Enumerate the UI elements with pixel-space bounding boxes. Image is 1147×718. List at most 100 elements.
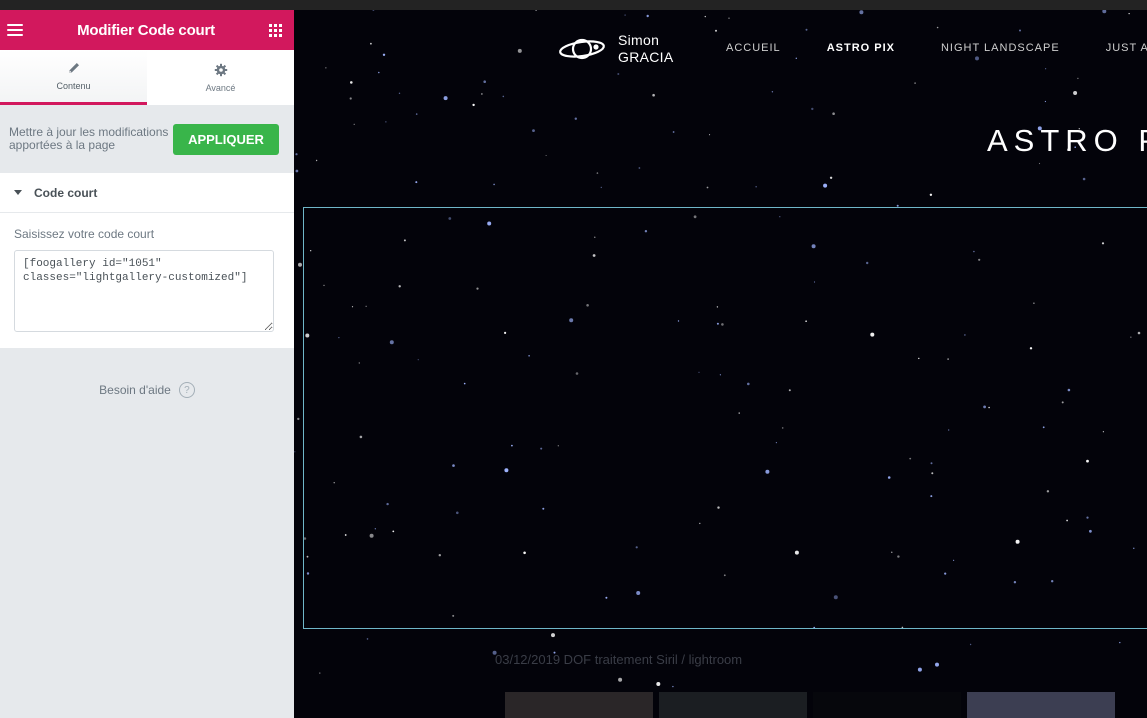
shortcode-widget-frame[interactable] [303, 207, 1147, 629]
star [969, 643, 972, 646]
shortcode-label: Saisissez votre code court [14, 227, 155, 241]
gallery-thumbnail[interactable] [967, 692, 1115, 718]
star [1045, 68, 1047, 70]
tab-content[interactable]: Contenu [0, 50, 147, 105]
nav-item-accueil[interactable]: ACCUEIL [726, 42, 781, 54]
help-link[interactable]: Besoin d'aide ? [0, 382, 294, 398]
star [378, 71, 380, 74]
nav-item-astro-pix[interactable]: ASTRO PIX [827, 42, 895, 54]
tab-advanced[interactable]: Avancé [147, 50, 294, 105]
star [481, 93, 483, 95]
gallery-thumbnail[interactable] [659, 692, 807, 718]
panel-title: Modifier Code court [77, 21, 215, 39]
section-toggle-shortcode[interactable]: Code court [0, 173, 294, 213]
star [728, 17, 730, 19]
star [935, 662, 939, 667]
star [353, 123, 355, 125]
tab-content-label: Contenu [56, 81, 91, 91]
star [551, 633, 555, 638]
pencil-icon [68, 63, 79, 73]
star [672, 685, 674, 688]
star [493, 183, 495, 186]
star [706, 186, 709, 189]
star [1077, 77, 1079, 80]
star [914, 82, 916, 84]
star [617, 73, 620, 75]
star [349, 97, 352, 100]
star [372, 10, 375, 11]
star [385, 121, 387, 123]
star [618, 677, 623, 682]
star [472, 103, 475, 107]
star [917, 667, 922, 672]
star [672, 131, 675, 133]
section-body: Saisissez votre code court [foogallery i… [0, 213, 294, 348]
star [596, 172, 599, 174]
caret-down-icon [14, 190, 22, 195]
logo-last-name: GRACIA [618, 49, 674, 65]
star [415, 181, 418, 184]
menu-icon[interactable] [7, 24, 23, 36]
widgets-grid-icon[interactable] [269, 23, 282, 37]
star [811, 107, 814, 111]
star [298, 262, 302, 267]
star [638, 167, 641, 169]
star [535, 10, 537, 11]
apply-row: Mettre à jour les modifications apportée… [0, 105, 294, 173]
star [656, 682, 661, 686]
star [325, 67, 327, 69]
question-icon: ? [178, 382, 195, 398]
top-strip [0, 0, 1147, 10]
star [545, 155, 547, 156]
panel-tabs: Contenu Avancé [0, 50, 294, 105]
star [1038, 162, 1041, 165]
star [297, 417, 300, 421]
star [366, 638, 369, 640]
gear-icon [214, 63, 227, 76]
star [823, 183, 828, 188]
site-preview: Simon GRACIA ACCUEIL ASTRO PIX NIGHT LAN… [294, 10, 1147, 718]
star [517, 48, 522, 53]
star [532, 129, 535, 132]
site-nav: ACCUEIL ASTRO PIX NIGHT LANDSCAPE JUST A [726, 42, 1147, 54]
logo-first-name: Simon [618, 32, 660, 48]
star [829, 176, 833, 179]
star [1073, 91, 1078, 95]
shortcode-textarea[interactable]: [foogallery id="1051" classes="lightgall… [14, 250, 274, 332]
star [294, 451, 296, 453]
star [1082, 177, 1086, 181]
page-title: ASTRO P [987, 123, 1147, 158]
site-logo[interactable]: Simon GRACIA [558, 32, 673, 66]
star [319, 672, 321, 674]
star [704, 15, 706, 18]
panel-header: Modifier Code court [0, 10, 294, 50]
gallery-thumbnail[interactable] [505, 692, 653, 718]
star [398, 92, 401, 95]
star [315, 159, 318, 162]
star [646, 14, 649, 18]
nav-item-just-a[interactable]: JUST A [1106, 42, 1147, 54]
image-caption: 03/12/2019 DOF traitement Siril / lightr… [495, 652, 743, 667]
star [382, 53, 386, 56]
star [929, 193, 933, 196]
section-title: Code court [34, 185, 98, 200]
star [624, 14, 626, 16]
help-text: Besoin d'aide [99, 383, 171, 397]
star [975, 56, 979, 61]
apply-description: Mettre à jour les modifications apportée… [9, 125, 169, 152]
star [755, 186, 757, 188]
star [795, 57, 797, 59]
star [295, 153, 298, 156]
star [502, 95, 505, 98]
star [859, 10, 864, 15]
apply-button[interactable]: APPLIQUER [173, 123, 279, 155]
gallery-thumbnail[interactable] [813, 692, 961, 718]
star [370, 42, 372, 45]
gallery-thumbnails [505, 692, 1121, 718]
star [652, 93, 655, 97]
star [709, 134, 711, 136]
star [350, 81, 353, 84]
nav-item-night-landscape[interactable]: NIGHT LANDSCAPE [941, 42, 1060, 54]
star [600, 186, 602, 189]
star [715, 29, 717, 32]
